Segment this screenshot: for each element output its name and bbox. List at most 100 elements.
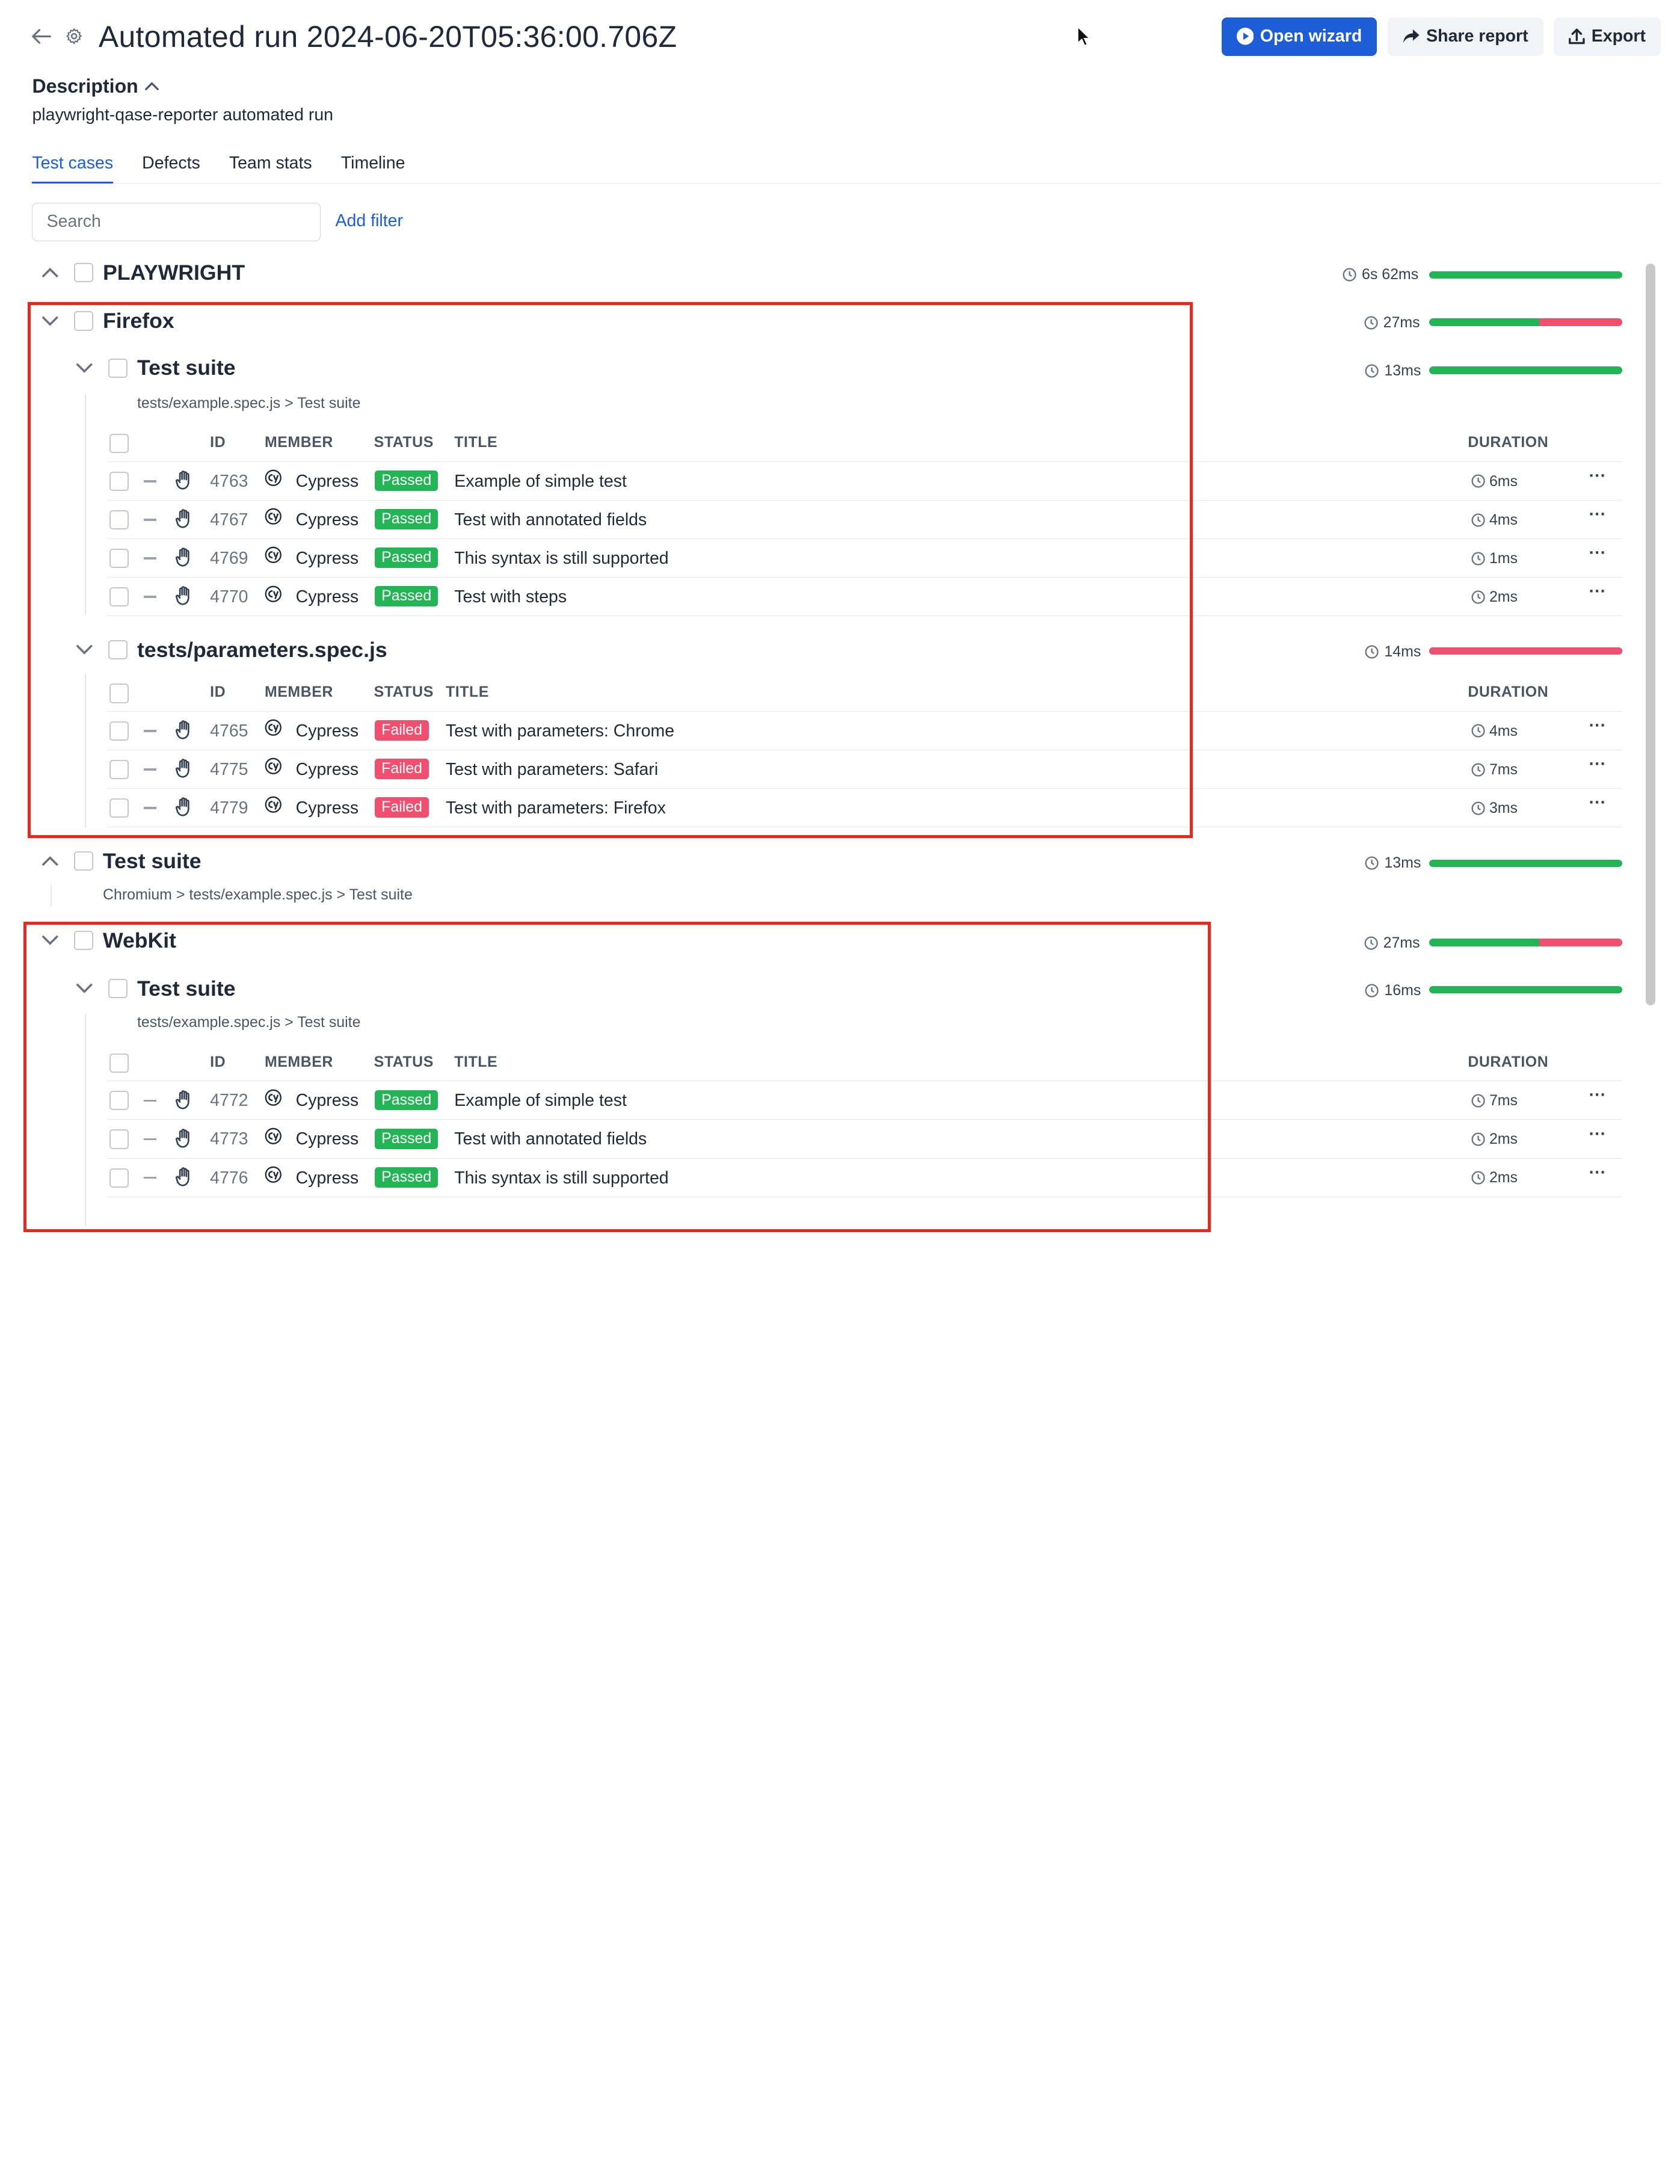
tab-timeline[interactable]: Timeline: [341, 150, 405, 183]
cypress-icon: [265, 547, 282, 564]
group-checkbox[interactable]: [73, 851, 93, 871]
member-name: Cypress: [295, 1168, 359, 1188]
more-actions-icon[interactable]: ···: [1589, 1085, 1606, 1105]
more-actions-icon[interactable]: ···: [1589, 793, 1606, 813]
group-checkbox[interactable]: [73, 931, 93, 951]
manual-hand-icon: [176, 509, 189, 528]
search-input[interactable]: [32, 202, 321, 241]
more-actions-icon[interactable]: ···: [1589, 505, 1606, 525]
chevron-down-icon[interactable]: [38, 309, 62, 333]
test-title[interactable]: This syntax is still supported: [454, 1168, 668, 1188]
table-header: ID MEMBER STATUS TITLE DURATION: [107, 1043, 1622, 1082]
test-id[interactable]: 4765: [210, 721, 248, 741]
group-checkbox[interactable]: [108, 358, 128, 378]
row-checkbox[interactable]: [109, 510, 129, 529]
more-actions-icon[interactable]: ···: [1589, 466, 1606, 486]
test-id[interactable]: 4772: [210, 1091, 248, 1111]
description-toggle[interactable]: Description: [32, 75, 159, 97]
tab-test-cases[interactable]: Test cases: [32, 150, 114, 184]
test-title[interactable]: This syntax is still supported: [454, 549, 668, 569]
test-id[interactable]: 4779: [210, 798, 248, 818]
clock-icon: [1471, 1132, 1485, 1146]
row-checkbox[interactable]: [109, 721, 129, 741]
test-title[interactable]: Test with parameters: Chrome: [446, 721, 674, 741]
progress-bar: [1429, 318, 1622, 326]
test-title[interactable]: Test with annotated fields: [454, 510, 647, 530]
more-actions-icon[interactable]: ···: [1589, 716, 1606, 736]
row-checkbox[interactable]: [109, 759, 129, 779]
table-row[interactable]: 4763 Cypress Passed Example of simple test 6…: [107, 462, 1622, 501]
clock-icon: [1471, 513, 1485, 527]
group-name: Test suite: [103, 848, 202, 873]
more-actions-icon[interactable]: ···: [1589, 543, 1606, 563]
test-id[interactable]: 4770: [210, 587, 248, 607]
chevron-down-icon[interactable]: [38, 928, 62, 952]
table-row[interactable]: 4776 Cypress Passed This syntax is still su…: [107, 1159, 1622, 1197]
table-row[interactable]: 4779 Cypress Failed Test with parameters: F…: [107, 789, 1622, 828]
more-actions-icon[interactable]: ···: [1589, 754, 1606, 774]
export-button[interactable]: Export: [1554, 17, 1661, 56]
back-arrow-icon[interactable]: [30, 25, 54, 48]
table-row[interactable]: 4765 Cypress Failed Test with parameters: C…: [107, 712, 1622, 750]
table-row[interactable]: 4767 Cypress Passed Test with annotated fie…: [107, 501, 1622, 539]
row-checkbox[interactable]: [109, 587, 129, 607]
scrollbar-thumb[interactable]: [1646, 264, 1656, 1005]
table-row[interactable]: 4769 Cypress Passed This syntax is still su…: [107, 539, 1622, 578]
table-row[interactable]: 4770 Cypress Passed Test with steps 2ms ···: [107, 578, 1622, 617]
tree-line: [84, 1014, 86, 1226]
upload-icon: [1569, 28, 1585, 45]
clock-icon: [1471, 1094, 1485, 1108]
group-checkbox[interactable]: [73, 311, 93, 331]
failed-segment: [1429, 647, 1622, 655]
chevron-down-icon[interactable]: [73, 977, 96, 1001]
run-page: Automated run 2024-06-20T05:36:00.706Z O…: [0, 0, 1680, 1233]
group-checkbox[interactable]: [73, 263, 93, 283]
tab-defects[interactable]: Defects: [142, 150, 200, 183]
more-actions-icon[interactable]: ···: [1589, 582, 1606, 602]
chevron-up-icon[interactable]: [38, 261, 62, 285]
open-wizard-button[interactable]: Open wizard: [1221, 17, 1377, 56]
row-checkbox[interactable]: [109, 1168, 129, 1188]
row-checkbox[interactable]: [109, 549, 129, 569]
more-actions-icon[interactable]: ···: [1589, 1163, 1606, 1183]
table-row[interactable]: 4775 Cypress Failed Test with parameters: S…: [107, 750, 1622, 789]
mouse-cursor-icon: [1077, 25, 1091, 46]
test-title[interactable]: Example of simple test: [454, 1091, 627, 1111]
chevron-up-icon[interactable]: [38, 850, 62, 873]
share-report-button[interactable]: Share report: [1388, 17, 1543, 56]
row-checkbox[interactable]: [109, 1091, 129, 1111]
add-filter-link[interactable]: Add filter: [336, 211, 403, 231]
group-name: WebKit: [103, 928, 176, 952]
table-row[interactable]: 4772 Cypress Passed Example of simple test 7…: [107, 1081, 1622, 1120]
chevron-down-icon[interactable]: [73, 638, 96, 662]
test-id[interactable]: 4767: [210, 510, 248, 530]
select-all-checkbox[interactable]: [109, 434, 129, 454]
test-id[interactable]: 4775: [210, 760, 248, 780]
description-heading: Description: [32, 75, 138, 97]
test-title[interactable]: Test with parameters: Firefox: [446, 798, 666, 818]
group-checkbox[interactable]: [108, 979, 128, 999]
test-title[interactable]: Test with steps: [454, 587, 567, 607]
test-title[interactable]: Test with annotated fields: [454, 1129, 647, 1149]
test-id[interactable]: 4776: [210, 1168, 248, 1188]
more-actions-icon[interactable]: ···: [1589, 1124, 1606, 1144]
row-checkbox[interactable]: [109, 798, 129, 818]
col-duration: DURATION: [1468, 434, 1549, 451]
duration-text: 1ms: [1489, 549, 1518, 567]
gear-icon[interactable]: [62, 25, 85, 48]
tab-team-stats[interactable]: Team stats: [229, 150, 312, 183]
select-all-checkbox[interactable]: [109, 1053, 129, 1073]
test-title[interactable]: Test with parameters: Safari: [446, 760, 658, 780]
group-checkbox[interactable]: [108, 640, 128, 660]
table-row[interactable]: 4773 Cypress Passed Test with annotated fie…: [107, 1120, 1622, 1159]
dash-icon: [143, 519, 157, 521]
test-id[interactable]: 4763: [210, 472, 248, 492]
test-id[interactable]: 4769: [210, 549, 248, 569]
manual-hand-icon: [176, 1167, 189, 1186]
chevron-down-icon[interactable]: [73, 356, 96, 380]
test-title[interactable]: Example of simple test: [454, 472, 627, 492]
row-checkbox[interactable]: [109, 1129, 129, 1149]
row-checkbox[interactable]: [109, 471, 129, 491]
select-all-checkbox[interactable]: [109, 683, 129, 703]
test-id[interactable]: 4773: [210, 1129, 248, 1149]
